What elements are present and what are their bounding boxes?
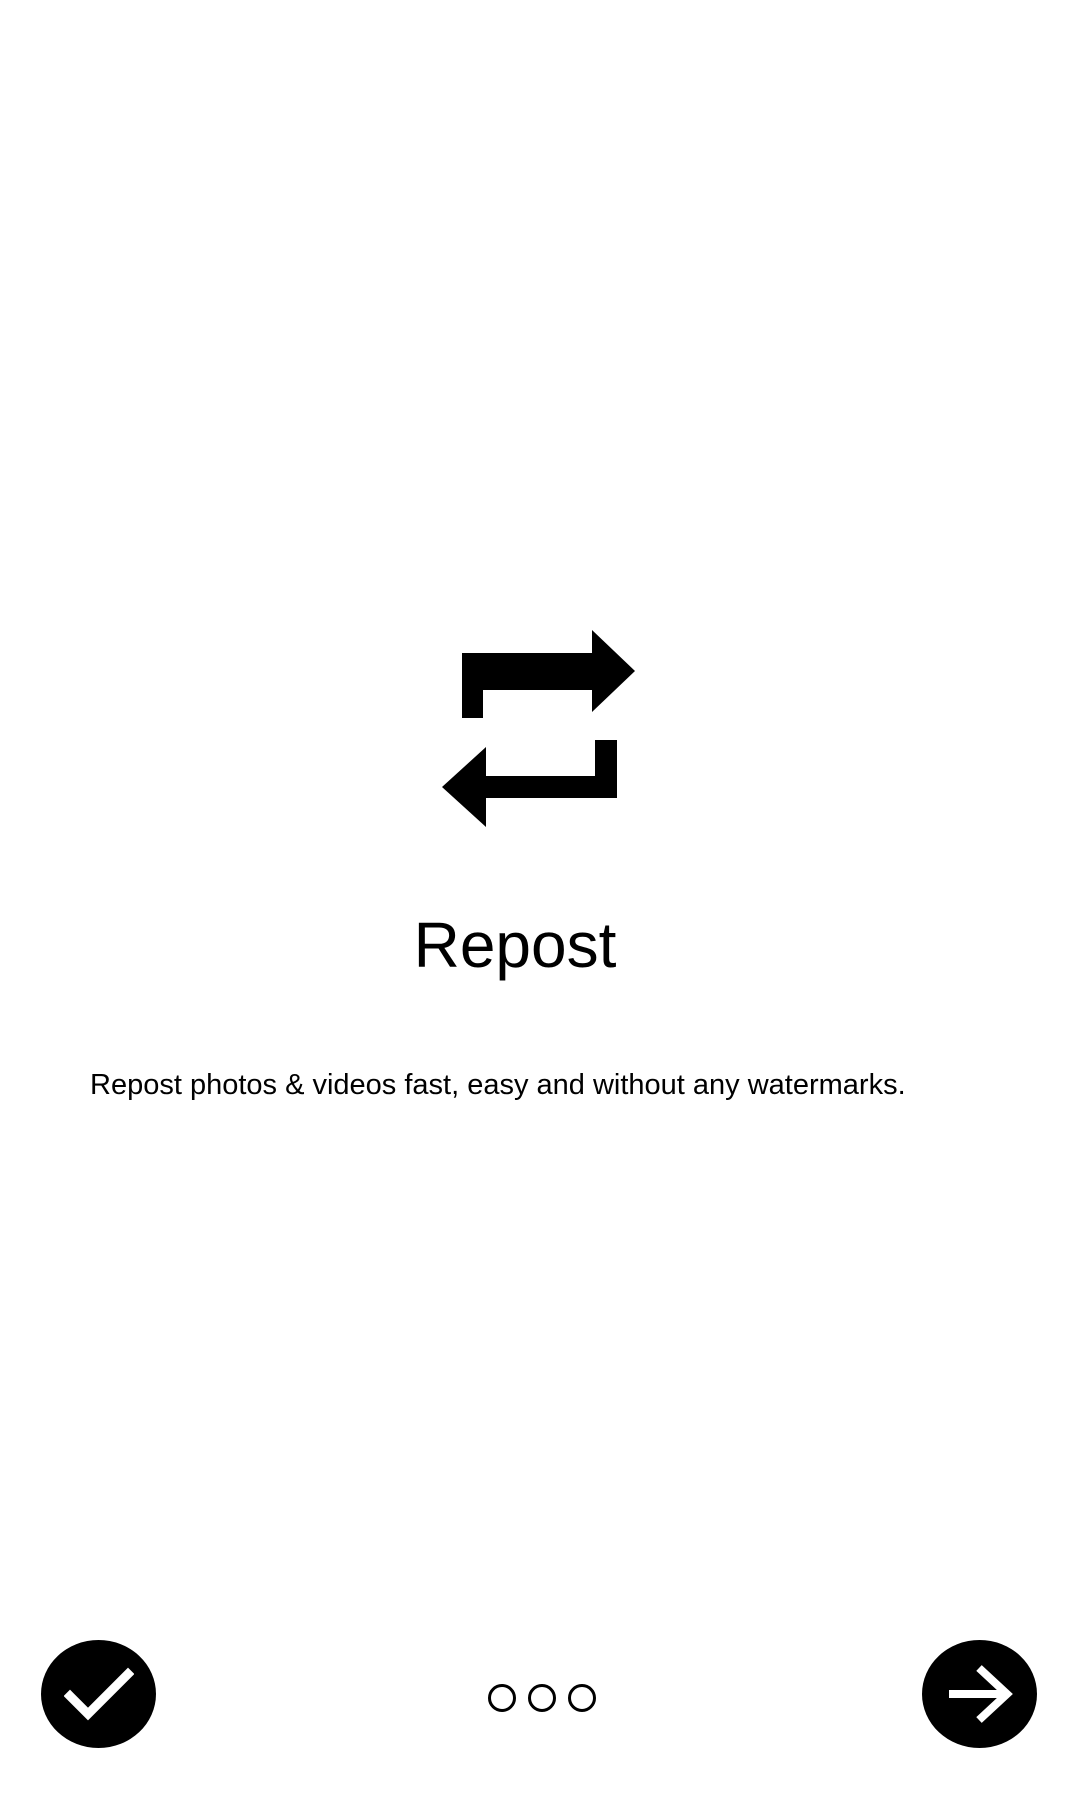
page-indicator bbox=[488, 1684, 596, 1712]
arrow-right-icon bbox=[948, 1665, 1013, 1723]
checkmark-icon bbox=[63, 1667, 134, 1721]
page-dot-2[interactable] bbox=[528, 1684, 556, 1712]
page-dot-1[interactable] bbox=[488, 1684, 516, 1712]
repost-icon bbox=[442, 630, 635, 827]
next-button[interactable] bbox=[922, 1640, 1037, 1748]
page-description: Repost photos & videos fast, easy and wi… bbox=[90, 1069, 906, 1101]
page-title: Repost bbox=[413, 909, 617, 981]
done-button[interactable] bbox=[41, 1640, 156, 1748]
onboarding-screen: Repost Repost photos & videos fast, easy… bbox=[0, 0, 1080, 1800]
page-dot-3[interactable] bbox=[568, 1684, 596, 1712]
